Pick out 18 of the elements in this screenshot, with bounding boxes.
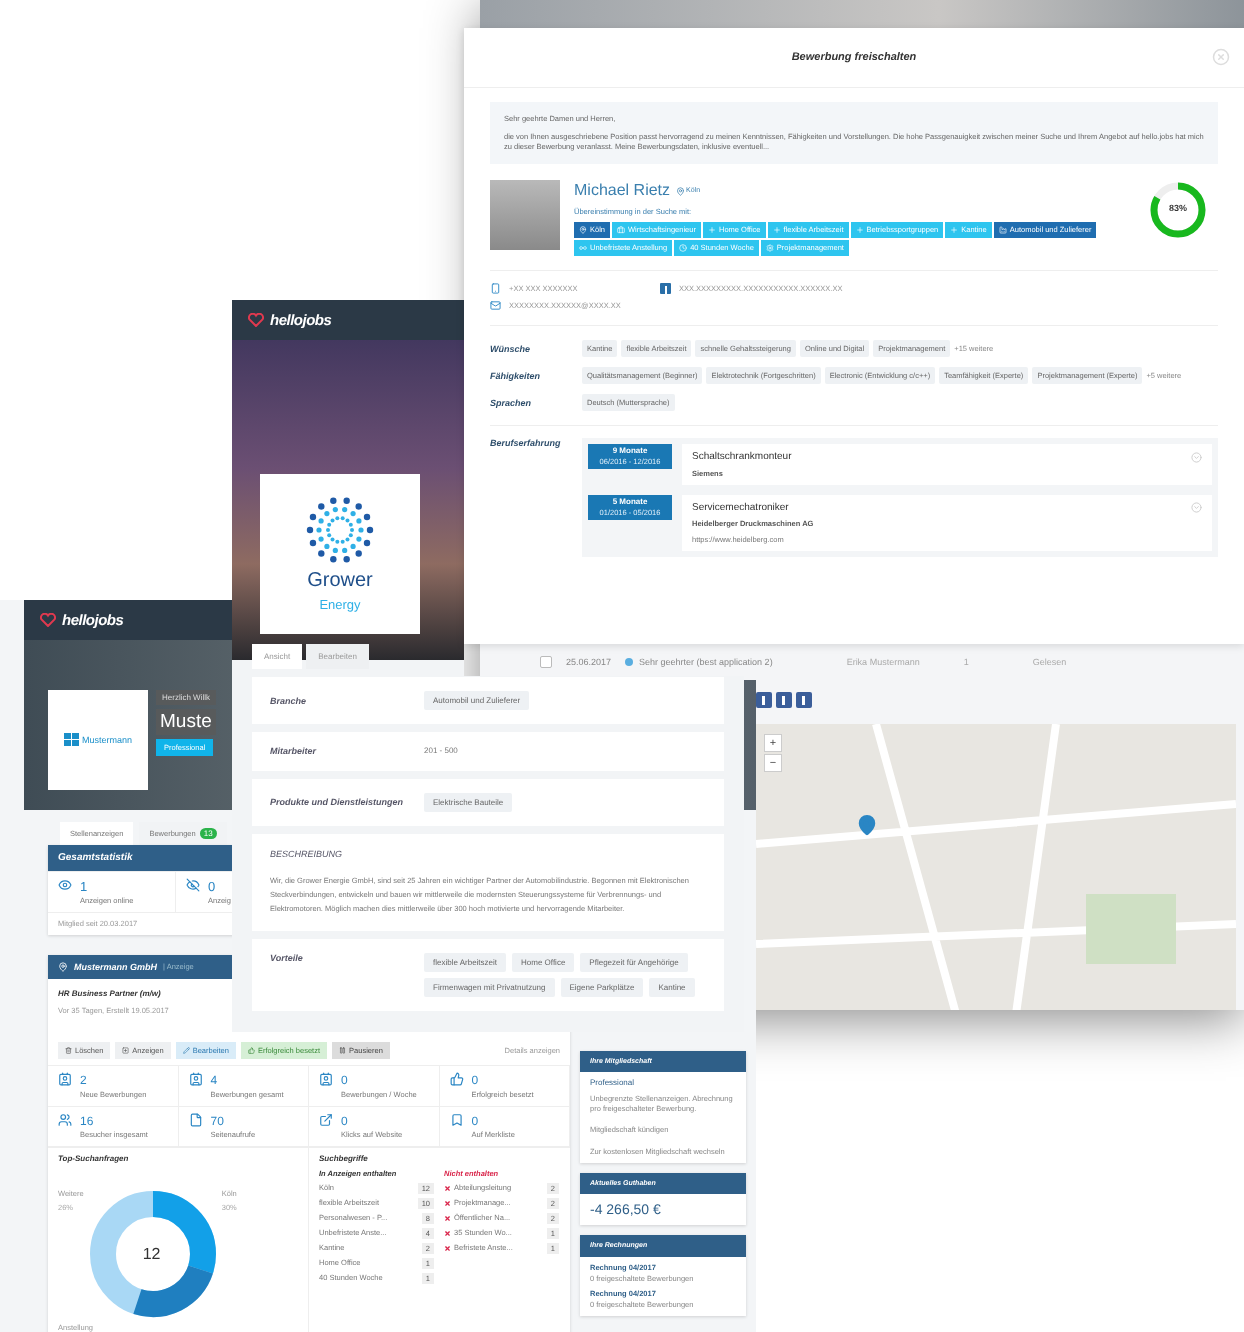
social-icon xyxy=(660,283,671,295)
company-logo-text: Grower xyxy=(307,566,373,594)
candidate-name: Michael Rietz xyxy=(574,180,671,202)
dot-ring-logo-icon xyxy=(305,494,375,565)
status-dot xyxy=(625,658,634,667)
progress-ring xyxy=(1148,180,1208,241)
chart-center-value: 12 xyxy=(142,1243,161,1266)
social-icon[interactable] xyxy=(796,692,812,709)
heart-logo-icon xyxy=(40,613,56,627)
close-icon[interactable] xyxy=(1212,48,1230,66)
checkbox[interactable] xyxy=(540,656,552,669)
map-pin-icon xyxy=(856,814,878,837)
company-name: Muste xyxy=(156,709,216,735)
heart-logo-icon xyxy=(248,313,264,327)
social-icon[interactable] xyxy=(756,692,772,709)
donut-chart-drawing xyxy=(87,1188,218,1319)
grid-logo-icon xyxy=(64,733,80,747)
social-icon[interactable] xyxy=(776,692,792,709)
